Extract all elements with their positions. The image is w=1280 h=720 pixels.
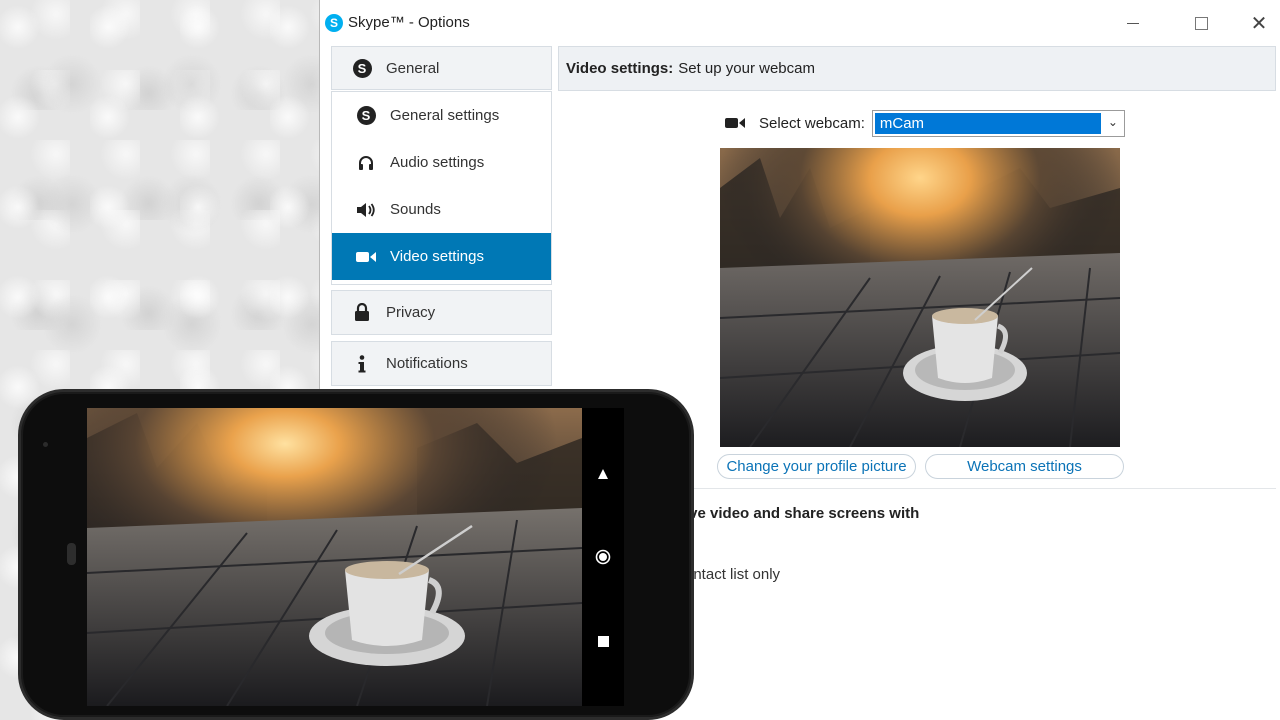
recents-square-icon[interactable]	[594, 632, 612, 650]
section-title: Video settings:	[566, 60, 674, 77]
headset-icon	[356, 154, 376, 172]
video-camera-icon	[356, 251, 376, 263]
home-circle-icon[interactable]	[594, 548, 612, 566]
webcam-preview	[720, 148, 1120, 447]
webcam-settings-button[interactable]: Webcam settings	[925, 454, 1124, 479]
title-bar: S Skype™ - Options ✕	[320, 0, 1280, 46]
sidebar-group-label: Notifications	[386, 355, 468, 372]
speaker-icon	[356, 202, 376, 218]
sidebar-item-label: General settings	[390, 107, 500, 124]
skype-icon: S	[352, 58, 372, 78]
phone-camera-view	[87, 408, 582, 706]
sidebar-group-label: Privacy	[386, 304, 436, 321]
webcam-select-row: Select webcam: mCam ⌄	[725, 109, 1125, 137]
webcam-select-value: mCam	[874, 112, 1101, 134]
video-camera-icon	[725, 117, 745, 129]
sidebar-item-sounds[interactable]: Sounds	[332, 186, 551, 233]
sidebar-item-general-settings[interactable]: S General settings	[332, 92, 551, 139]
section-subtitle: Set up your webcam	[678, 60, 815, 77]
sidebar-item-audio-settings[interactable]: Audio settings	[332, 139, 551, 186]
phone-device	[18, 389, 694, 720]
sidebar-group-general[interactable]: S General	[331, 46, 552, 90]
sidebar-item-label: Sounds	[390, 201, 441, 218]
lock-icon	[352, 303, 372, 322]
back-triangle-icon[interactable]	[594, 465, 612, 483]
skype-icon: S	[356, 106, 376, 125]
close-icon: ✕	[1250, 12, 1268, 35]
info-icon	[352, 354, 372, 373]
chevron-down-icon[interactable]: ⌄	[1108, 115, 1118, 129]
receive-video-heading: ive video and share screens with	[685, 505, 920, 522]
minimize-button[interactable]	[1110, 8, 1156, 38]
select-webcam-label: Select webcam:	[759, 114, 865, 132]
sidebar-group-privacy[interactable]: Privacy	[331, 290, 552, 335]
contact-list-option[interactable]: ontact list only	[685, 566, 780, 583]
webcam-select[interactable]: mCam ⌄	[871, 109, 1125, 137]
window-title: Skype™ - Options	[348, 14, 470, 31]
sidebar-item-label: Audio settings	[390, 154, 485, 171]
content-header: Video settings: Set up your webcam	[558, 46, 1276, 91]
front-camera	[43, 442, 48, 447]
sidebar-subitems: S General settings Audio settings Sounds…	[331, 91, 552, 285]
sidebar-group-notifications[interactable]: Notifications	[331, 341, 552, 386]
skype-logo-icon: S	[325, 14, 343, 32]
change-profile-picture-button[interactable]: Change your profile picture	[717, 454, 916, 479]
phone-speaker	[67, 543, 76, 565]
phone-camera-image	[87, 408, 582, 706]
close-button[interactable]: ✕	[1236, 8, 1280, 38]
sidebar-item-video-settings[interactable]: Video settings	[332, 233, 551, 280]
sidebar-item-label: Video settings	[390, 248, 484, 265]
sidebar-group-label: General	[386, 59, 440, 77]
webcam-preview-image	[720, 148, 1120, 447]
maximize-button[interactable]	[1178, 8, 1224, 38]
